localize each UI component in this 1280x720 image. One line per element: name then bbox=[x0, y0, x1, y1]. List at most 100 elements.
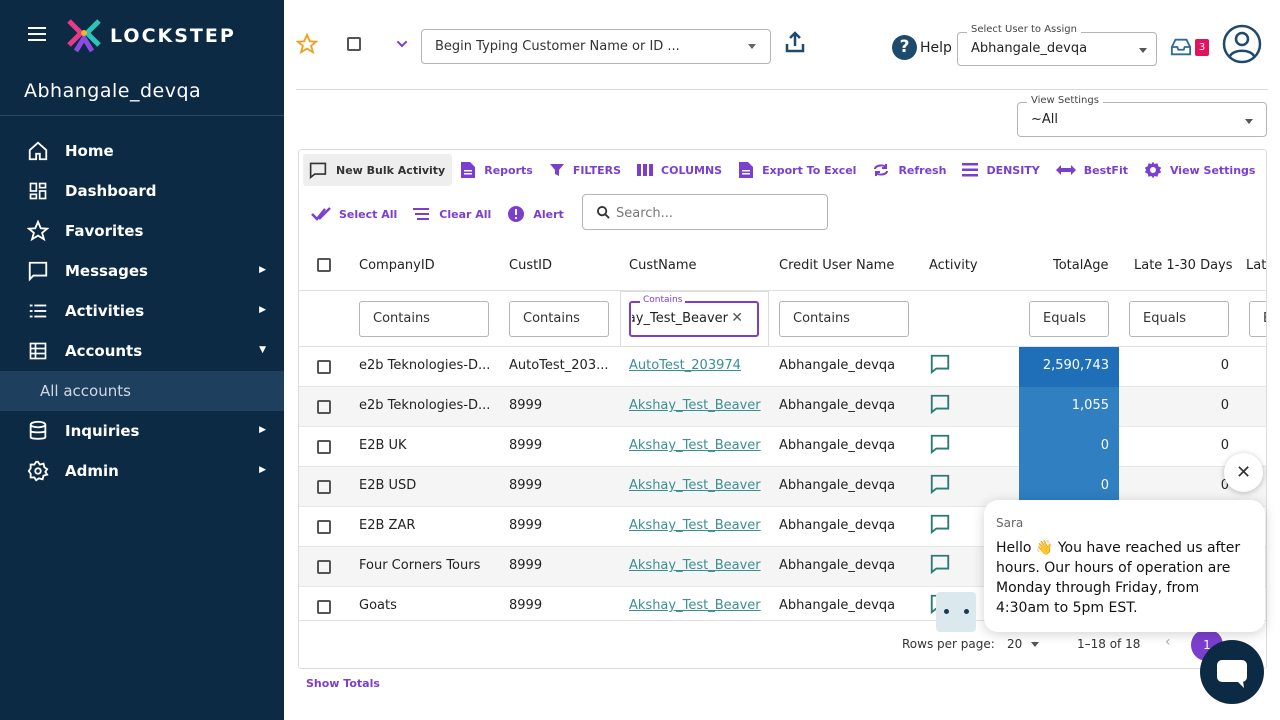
chat-icon bbox=[1217, 660, 1247, 688]
rows-per-page-select[interactable]: 20 bbox=[1007, 637, 1022, 651]
chevron-left-icon[interactable]: ‹ bbox=[1165, 634, 1171, 650]
dropdown-arrow-icon[interactable] bbox=[1031, 642, 1039, 647]
sidebar-item-label: Activities bbox=[65, 302, 145, 320]
filter-custid[interactable]: Contains bbox=[509, 301, 609, 337]
filter-credit-user[interactable]: Contains bbox=[779, 301, 909, 337]
cell-custname-link[interactable]: AutoTest_203974 bbox=[629, 347, 741, 387]
show-totals-link[interactable]: Show Totals bbox=[306, 677, 380, 690]
sidebar-item-messages[interactable]: Messages ▶ bbox=[0, 251, 284, 291]
cell-custname-link[interactable]: Akshay_Test_Beaver bbox=[629, 547, 761, 587]
columns-button[interactable]: COLUMNS bbox=[629, 154, 730, 186]
assign-user-select[interactable]: Select User to Assign Abhangale_devqa bbox=[957, 24, 1157, 66]
chevron-down-icon[interactable] bbox=[394, 36, 410, 56]
activity-message-icon[interactable] bbox=[929, 393, 951, 415]
activity-message-icon[interactable] bbox=[929, 553, 951, 575]
bestfit-label: BestFit bbox=[1083, 163, 1128, 177]
cell-custname-link[interactable]: Akshay_Test_Beaver bbox=[629, 467, 761, 507]
refresh-button[interactable]: Refresh bbox=[864, 154, 954, 186]
sidebar-item-inquiries[interactable]: Inquiries ▶ bbox=[0, 411, 284, 451]
reports-button[interactable]: Reports bbox=[452, 154, 541, 186]
column-header-activity[interactable]: Activity bbox=[929, 241, 978, 291]
row-checkbox[interactable] bbox=[317, 400, 331, 414]
upload-icon[interactable] bbox=[785, 30, 805, 58]
sidebar: LOCKSTEP Abhangale_devqa Home Dashboard … bbox=[0, 0, 284, 720]
filter-late-truncated[interactable]: E bbox=[1249, 301, 1266, 337]
sidebar-username: Abhangale_devqa bbox=[24, 80, 202, 102]
database-icon bbox=[26, 419, 50, 443]
column-header-custid[interactable]: CustID bbox=[509, 241, 552, 291]
export-excel-button[interactable]: Export To Excel bbox=[730, 154, 864, 186]
select-all-button[interactable]: Select All bbox=[303, 198, 405, 230]
cell-companyid: E2B UK bbox=[359, 438, 407, 453]
filter-custname[interactable]: Contains Akshay_Test_Beaver ✕ bbox=[629, 295, 759, 337]
activity-message-icon[interactable] bbox=[929, 433, 951, 455]
chat-close-button[interactable]: ✕ bbox=[1224, 453, 1263, 492]
arrows-horizontal-icon bbox=[1055, 165, 1076, 175]
sidebar-item-label: Messages bbox=[65, 262, 148, 280]
column-header-custname[interactable]: CustName bbox=[629, 241, 697, 291]
view-settings-button[interactable]: View Settings bbox=[1136, 154, 1263, 186]
view-settings-select[interactable]: View Settings ~All bbox=[1017, 95, 1267, 137]
sidebar-item-activities[interactable]: Activities ▶ bbox=[0, 291, 284, 331]
chat-agent-name: Sara bbox=[996, 516, 1024, 530]
new-bulk-activity-button[interactable]: New Bulk Activity bbox=[303, 154, 453, 186]
sidebar-item-accounts[interactable]: Accounts ▼ bbox=[0, 331, 284, 371]
select-checkbox[interactable] bbox=[347, 37, 361, 51]
close-icon[interactable]: ✕ bbox=[731, 310, 743, 326]
table-row[interactable]: E2B UK 8999 Akshay_Test_Beaver Abhangale… bbox=[299, 427, 1266, 467]
cell-custid: AutoTest_203... bbox=[509, 358, 609, 373]
activity-message-icon[interactable] bbox=[929, 473, 951, 495]
column-header-late-truncated[interactable]: Lat bbox=[1246, 241, 1266, 291]
chevron-right-icon: ▶ bbox=[259, 305, 266, 315]
cell-companyid: E2B USD bbox=[359, 478, 417, 493]
sidebar-item-home[interactable]: Home bbox=[0, 131, 284, 171]
filter-totalage[interactable]: Equals bbox=[1029, 301, 1109, 337]
favorite-star-icon[interactable] bbox=[295, 32, 319, 59]
cell-companyid: Goats bbox=[359, 598, 397, 613]
view-settings-label: View Settings bbox=[1169, 163, 1256, 177]
column-header-credit-user[interactable]: Credit User Name bbox=[779, 241, 894, 291]
row-checkbox[interactable] bbox=[317, 440, 331, 454]
view-settings-legend: View Settings bbox=[1027, 95, 1103, 106]
filter-late-1-30[interactable]: Equals bbox=[1129, 301, 1229, 337]
activity-message-icon[interactable] bbox=[929, 353, 951, 375]
filters-button[interactable]: FILTERS bbox=[541, 154, 629, 186]
sidebar-item-favorites[interactable]: Favorites bbox=[0, 211, 284, 251]
chat-launcher-button[interactable] bbox=[1200, 640, 1264, 704]
row-checkbox[interactable] bbox=[317, 480, 331, 494]
cell-custname-link[interactable]: Akshay_Test_Beaver bbox=[629, 387, 761, 427]
row-checkbox[interactable] bbox=[317, 600, 331, 614]
table-row[interactable]: e2b Teknologies-D... AutoTest_203... Aut… bbox=[299, 347, 1266, 387]
account-circle-icon[interactable] bbox=[1222, 24, 1262, 68]
bestfit-button[interactable]: BestFit bbox=[1048, 154, 1136, 186]
grid-search-input[interactable] bbox=[616, 203, 816, 223]
cell-custname-link[interactable]: Akshay_Test_Beaver bbox=[629, 507, 761, 547]
density-button[interactable]: DENSITY bbox=[954, 154, 1047, 186]
select-all-label: Select All bbox=[339, 207, 398, 221]
menu-icon[interactable] bbox=[28, 27, 46, 43]
table-row[interactable]: e2b Teknologies-D... 8999 Akshay_Test_Be… bbox=[299, 387, 1266, 427]
sidebar-item-admin[interactable]: Admin ▶ bbox=[0, 451, 284, 491]
column-header-late-1-30[interactable]: Late 1-30 Days bbox=[1134, 241, 1233, 291]
alert-button[interactable]: Alert bbox=[499, 198, 571, 230]
chat-message-bubble: Sara Hello 👋 You have reached us after h… bbox=[984, 500, 1265, 632]
help-button[interactable]: ? Help bbox=[892, 35, 952, 60]
row-checkbox[interactable] bbox=[317, 520, 331, 534]
filter-companyid[interactable]: Contains bbox=[359, 301, 489, 337]
sidebar-item-all-accounts[interactable]: All accounts bbox=[0, 371, 284, 411]
cell-custname-link[interactable]: Akshay_Test_Beaver bbox=[629, 587, 761, 617]
cell-credit-user: Abhangale_devqa bbox=[779, 358, 896, 373]
customer-search-select[interactable]: Begin Typing Customer Name or ID ... bbox=[421, 29, 771, 64]
cell-custname-link[interactable]: Akshay_Test_Beaver bbox=[629, 427, 761, 467]
header-select-checkbox[interactable] bbox=[317, 258, 331, 272]
clear-all-button[interactable]: Clear All bbox=[405, 198, 499, 230]
column-header-companyid[interactable]: CompanyID bbox=[359, 241, 435, 291]
sidebar-item-dashboard[interactable]: Dashboard bbox=[0, 171, 284, 211]
activity-message-icon[interactable] bbox=[929, 513, 951, 535]
cell-credit-user: Abhangale_devqa bbox=[779, 558, 896, 573]
row-checkbox[interactable] bbox=[317, 360, 331, 374]
inbox-icon[interactable] bbox=[1170, 37, 1192, 61]
row-checkbox[interactable] bbox=[317, 560, 331, 574]
typing-dot bbox=[964, 609, 969, 614]
column-header-totalage[interactable]: TotalAge bbox=[1053, 241, 1109, 291]
